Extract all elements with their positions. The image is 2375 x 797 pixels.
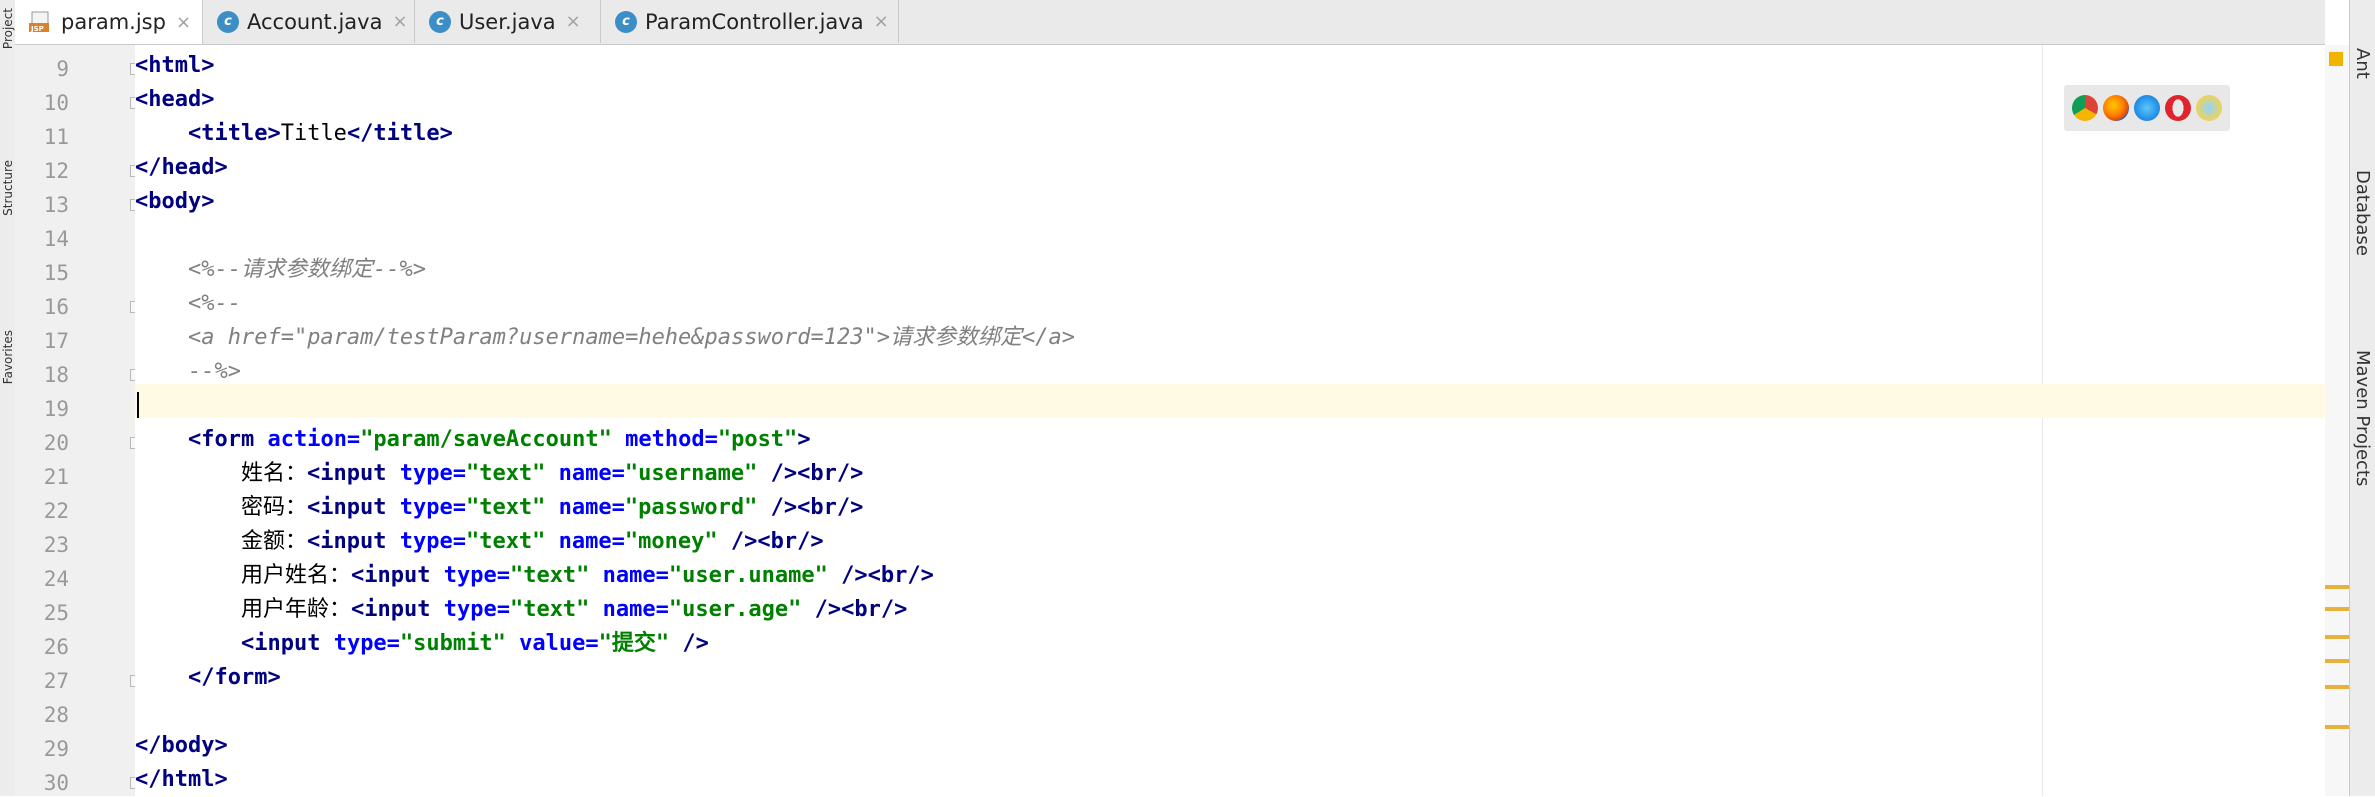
- line-number: 20: [43, 431, 69, 455]
- right-tool-strip: Ant Database Maven Projects: [2349, 0, 2375, 796]
- warning-marker[interactable]: [2325, 607, 2349, 611]
- close-icon[interactable]: ×: [874, 11, 889, 32]
- java-class-icon: c: [217, 10, 239, 33]
- right-tool-ant[interactable]: Ant: [2352, 48, 2373, 79]
- warning-marker[interactable]: [2325, 635, 2349, 639]
- line-number: 16: [43, 295, 69, 319]
- tab-param-jsp[interactable]: JSP param.jsp ×: [15, 0, 203, 44]
- line-number: 29: [43, 737, 69, 761]
- chrome-icon[interactable]: [2072, 95, 2099, 121]
- line-number: 24: [43, 567, 69, 591]
- left-tool-project[interactable]: Project: [1, 8, 15, 49]
- current-line-highlight: [135, 384, 2325, 418]
- code-line-22: 密码：<input type="text" name="password" />…: [240, 495, 864, 520]
- close-icon[interactable]: ×: [176, 12, 191, 33]
- tab-paramcontroller-java[interactable]: c ParamController.java ×: [601, 0, 899, 43]
- line-number: 25: [43, 601, 69, 625]
- warning-marker[interactable]: [2325, 659, 2349, 663]
- right-tool-maven[interactable]: Maven Projects: [2352, 350, 2373, 486]
- line-number: 30: [43, 771, 69, 795]
- code-line-12: </head>: [135, 155, 228, 180]
- close-icon[interactable]: ×: [392, 11, 407, 32]
- code-line-24: 用户姓名：<input type="text" name="user.uname…: [240, 563, 934, 588]
- error-stripe[interactable]: [2325, 45, 2349, 796]
- ie-icon[interactable]: [2195, 95, 2222, 121]
- line-number: 15: [43, 261, 69, 285]
- right-margin-guide: [2042, 45, 2043, 796]
- line-number: 19: [43, 397, 69, 421]
- firefox-icon[interactable]: [2103, 95, 2130, 121]
- right-tool-database[interactable]: Database: [2352, 170, 2373, 256]
- line-number: 22: [43, 499, 69, 523]
- line-number: 12: [43, 159, 69, 183]
- line-number: 10: [43, 91, 69, 115]
- line-number: 28: [43, 703, 69, 727]
- close-icon[interactable]: ×: [566, 11, 581, 32]
- code-line-25: 用户年龄：<input type="text" name="user.age" …: [240, 597, 908, 622]
- browser-preview-toolbar: [2064, 85, 2230, 131]
- tab-account-java[interactable]: c Account.java ×: [203, 0, 415, 43]
- code-line-27: </form>: [187, 665, 281, 690]
- jsp-file-icon: JSP: [29, 11, 53, 33]
- code-line-11: <title>Title</title>: [187, 121, 453, 146]
- tab-label: User.java: [459, 9, 556, 34]
- code-line-23: 金额：<input type="text" name="money" /><br…: [240, 529, 824, 554]
- code-editor[interactable]: <html> <head> <title>Title</title> </hea…: [135, 45, 2325, 796]
- left-tool-favorites[interactable]: Favorites: [1, 330, 15, 384]
- code-line-9: <html>: [135, 53, 215, 78]
- code-line-18: --%>: [187, 359, 241, 384]
- code-line-15: <%--请求参数绑定--%>: [187, 257, 426, 282]
- tab-label: ParamController.java: [645, 9, 864, 34]
- line-number: 14: [43, 227, 69, 251]
- code-line-16: <%--: [187, 291, 241, 316]
- editor-tab-bar: JSP param.jsp × c Account.java × c User.…: [15, 0, 2325, 45]
- line-number: 18: [43, 363, 69, 387]
- line-number: 26: [43, 635, 69, 659]
- svg-text:JSP: JSP: [30, 25, 44, 33]
- line-number: 23: [43, 533, 69, 557]
- code-line-30: </html>: [135, 767, 228, 792]
- opera-icon[interactable]: [2164, 95, 2191, 121]
- line-number: 11: [43, 125, 69, 149]
- java-class-icon: c: [429, 10, 451, 33]
- line-number: 13: [43, 193, 69, 217]
- tab-label: param.jsp: [61, 10, 166, 34]
- warning-marker[interactable]: [2325, 685, 2349, 689]
- code-line-20: <form action="param/saveAccount" method=…: [187, 427, 811, 452]
- line-number: 21: [43, 465, 69, 489]
- code-line-26: <input type="submit" value="提交" />: [240, 631, 709, 656]
- text-caret: [137, 392, 139, 418]
- line-number: 17: [43, 329, 69, 353]
- line-number-gutter[interactable]: 9 10 11 12 13 14 15 16 17 18 19 20 21 22…: [15, 45, 142, 796]
- left-tool-strip: Project Structure Favorites: [0, 0, 16, 796]
- code-line-13: <body>: [135, 189, 215, 214]
- line-number: 9: [56, 57, 69, 81]
- warning-marker[interactable]: [2325, 725, 2349, 729]
- java-class-icon: c: [615, 10, 637, 33]
- code-line-17: <a href="param/testParam?username=hehe&p…: [187, 325, 1075, 350]
- warning-marker[interactable]: [2325, 585, 2349, 589]
- code-line-21: 姓名：<input type="text" name="username" />…: [240, 461, 864, 486]
- code-line-10: <head>: [135, 87, 215, 112]
- left-tool-structure[interactable]: Structure: [1, 160, 15, 216]
- line-number: 27: [43, 669, 69, 693]
- inspection-status-icon[interactable]: [2329, 52, 2343, 66]
- tab-user-java[interactable]: c User.java ×: [415, 0, 601, 43]
- safari-icon[interactable]: [2133, 95, 2160, 121]
- code-line-29: </body>: [135, 733, 228, 758]
- tab-label: Account.java: [247, 9, 383, 34]
